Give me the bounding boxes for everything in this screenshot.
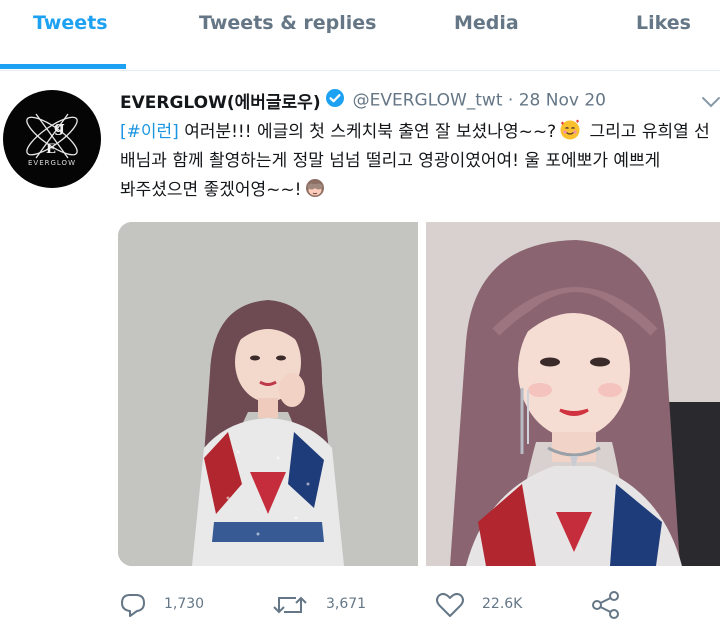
everglow-logo-icon: g E: [26, 113, 78, 159]
tweet-text-line-1: 여러분!!! 에글의 첫 스케치북 출연 잘 보셨나영~~?: [178, 122, 557, 142]
tab-likes[interactable]: Likes: [636, 12, 691, 34]
hashtag-link[interactable]: [#이런]: [120, 122, 179, 142]
share-icon: [592, 591, 619, 619]
profile-tabs: Tweets Tweets & replies Media Likes: [0, 0, 720, 71]
tab-tweets-and-replies[interactable]: Tweets & replies: [199, 12, 376, 34]
photo-1-illustration: [118, 222, 418, 566]
retweet-count: 3,671: [326, 596, 367, 612]
see-no-evil-monkey-emoji-icon: [304, 177, 326, 205]
avatar-label: EVERGLOW: [27, 159, 76, 167]
tweet-header: EVERGLOW(에버글로우) @EVERGLOW_twt · 28 Nov 20: [120, 88, 606, 116]
active-tab-indicator: [0, 64, 126, 69]
tweet-photo-2[interactable]: [426, 222, 720, 566]
separator-dot: ·: [507, 90, 514, 111]
svg-text:E: E: [46, 142, 56, 157]
heart-icon: [436, 592, 464, 617]
user-handle[interactable]: @EVERGLOW_twt: [353, 91, 503, 111]
tweet-text-line-3: 봐주셨으면 좋겠어영~~!: [120, 180, 302, 200]
tweet-actions: 1,730 3,671 22.6K: [118, 588, 718, 624]
tweet-text: [#이런] 여러분!!! 에글의 첫 스케치북 출연 잘 보셨나영~~? 그리고…: [120, 118, 720, 205]
tab-tweets[interactable]: Tweets: [33, 12, 108, 34]
retweet-icon: [273, 596, 307, 614]
avatar[interactable]: g E EVERGLOW: [3, 90, 101, 188]
reply-icon: [121, 594, 145, 617]
tab-media[interactable]: Media: [454, 12, 519, 34]
tweet-text-line-1-end: 그리고 유희열 선: [584, 122, 710, 142]
svg-text:g: g: [54, 118, 65, 136]
share-button[interactable]: [590, 588, 626, 624]
display-name[interactable]: EVERGLOW(에버글로우): [120, 93, 321, 113]
retweet-button[interactable]: 3,671: [270, 588, 390, 624]
like-count: 22.6K: [482, 596, 523, 612]
reply-button[interactable]: 1,730: [118, 588, 228, 624]
smiling-face-with-hearts-emoji-icon: [559, 119, 581, 147]
verified-badge-icon: [325, 88, 345, 113]
photo-2-illustration: [426, 222, 720, 566]
tweet-text-line-2: 배님과 함께 촬영하는게 정말 넘넘 떨리고 영광이였어여! 울 포에뽀가 예쁘…: [120, 151, 661, 171]
chevron-down-icon[interactable]: [700, 91, 720, 113]
tweet-media: [118, 222, 720, 566]
tweet-date[interactable]: 28 Nov 20: [519, 91, 606, 111]
tweet-photo-1[interactable]: [118, 222, 418, 566]
reply-count: 1,730: [164, 596, 205, 612]
like-button[interactable]: 22.6K: [434, 588, 554, 624]
